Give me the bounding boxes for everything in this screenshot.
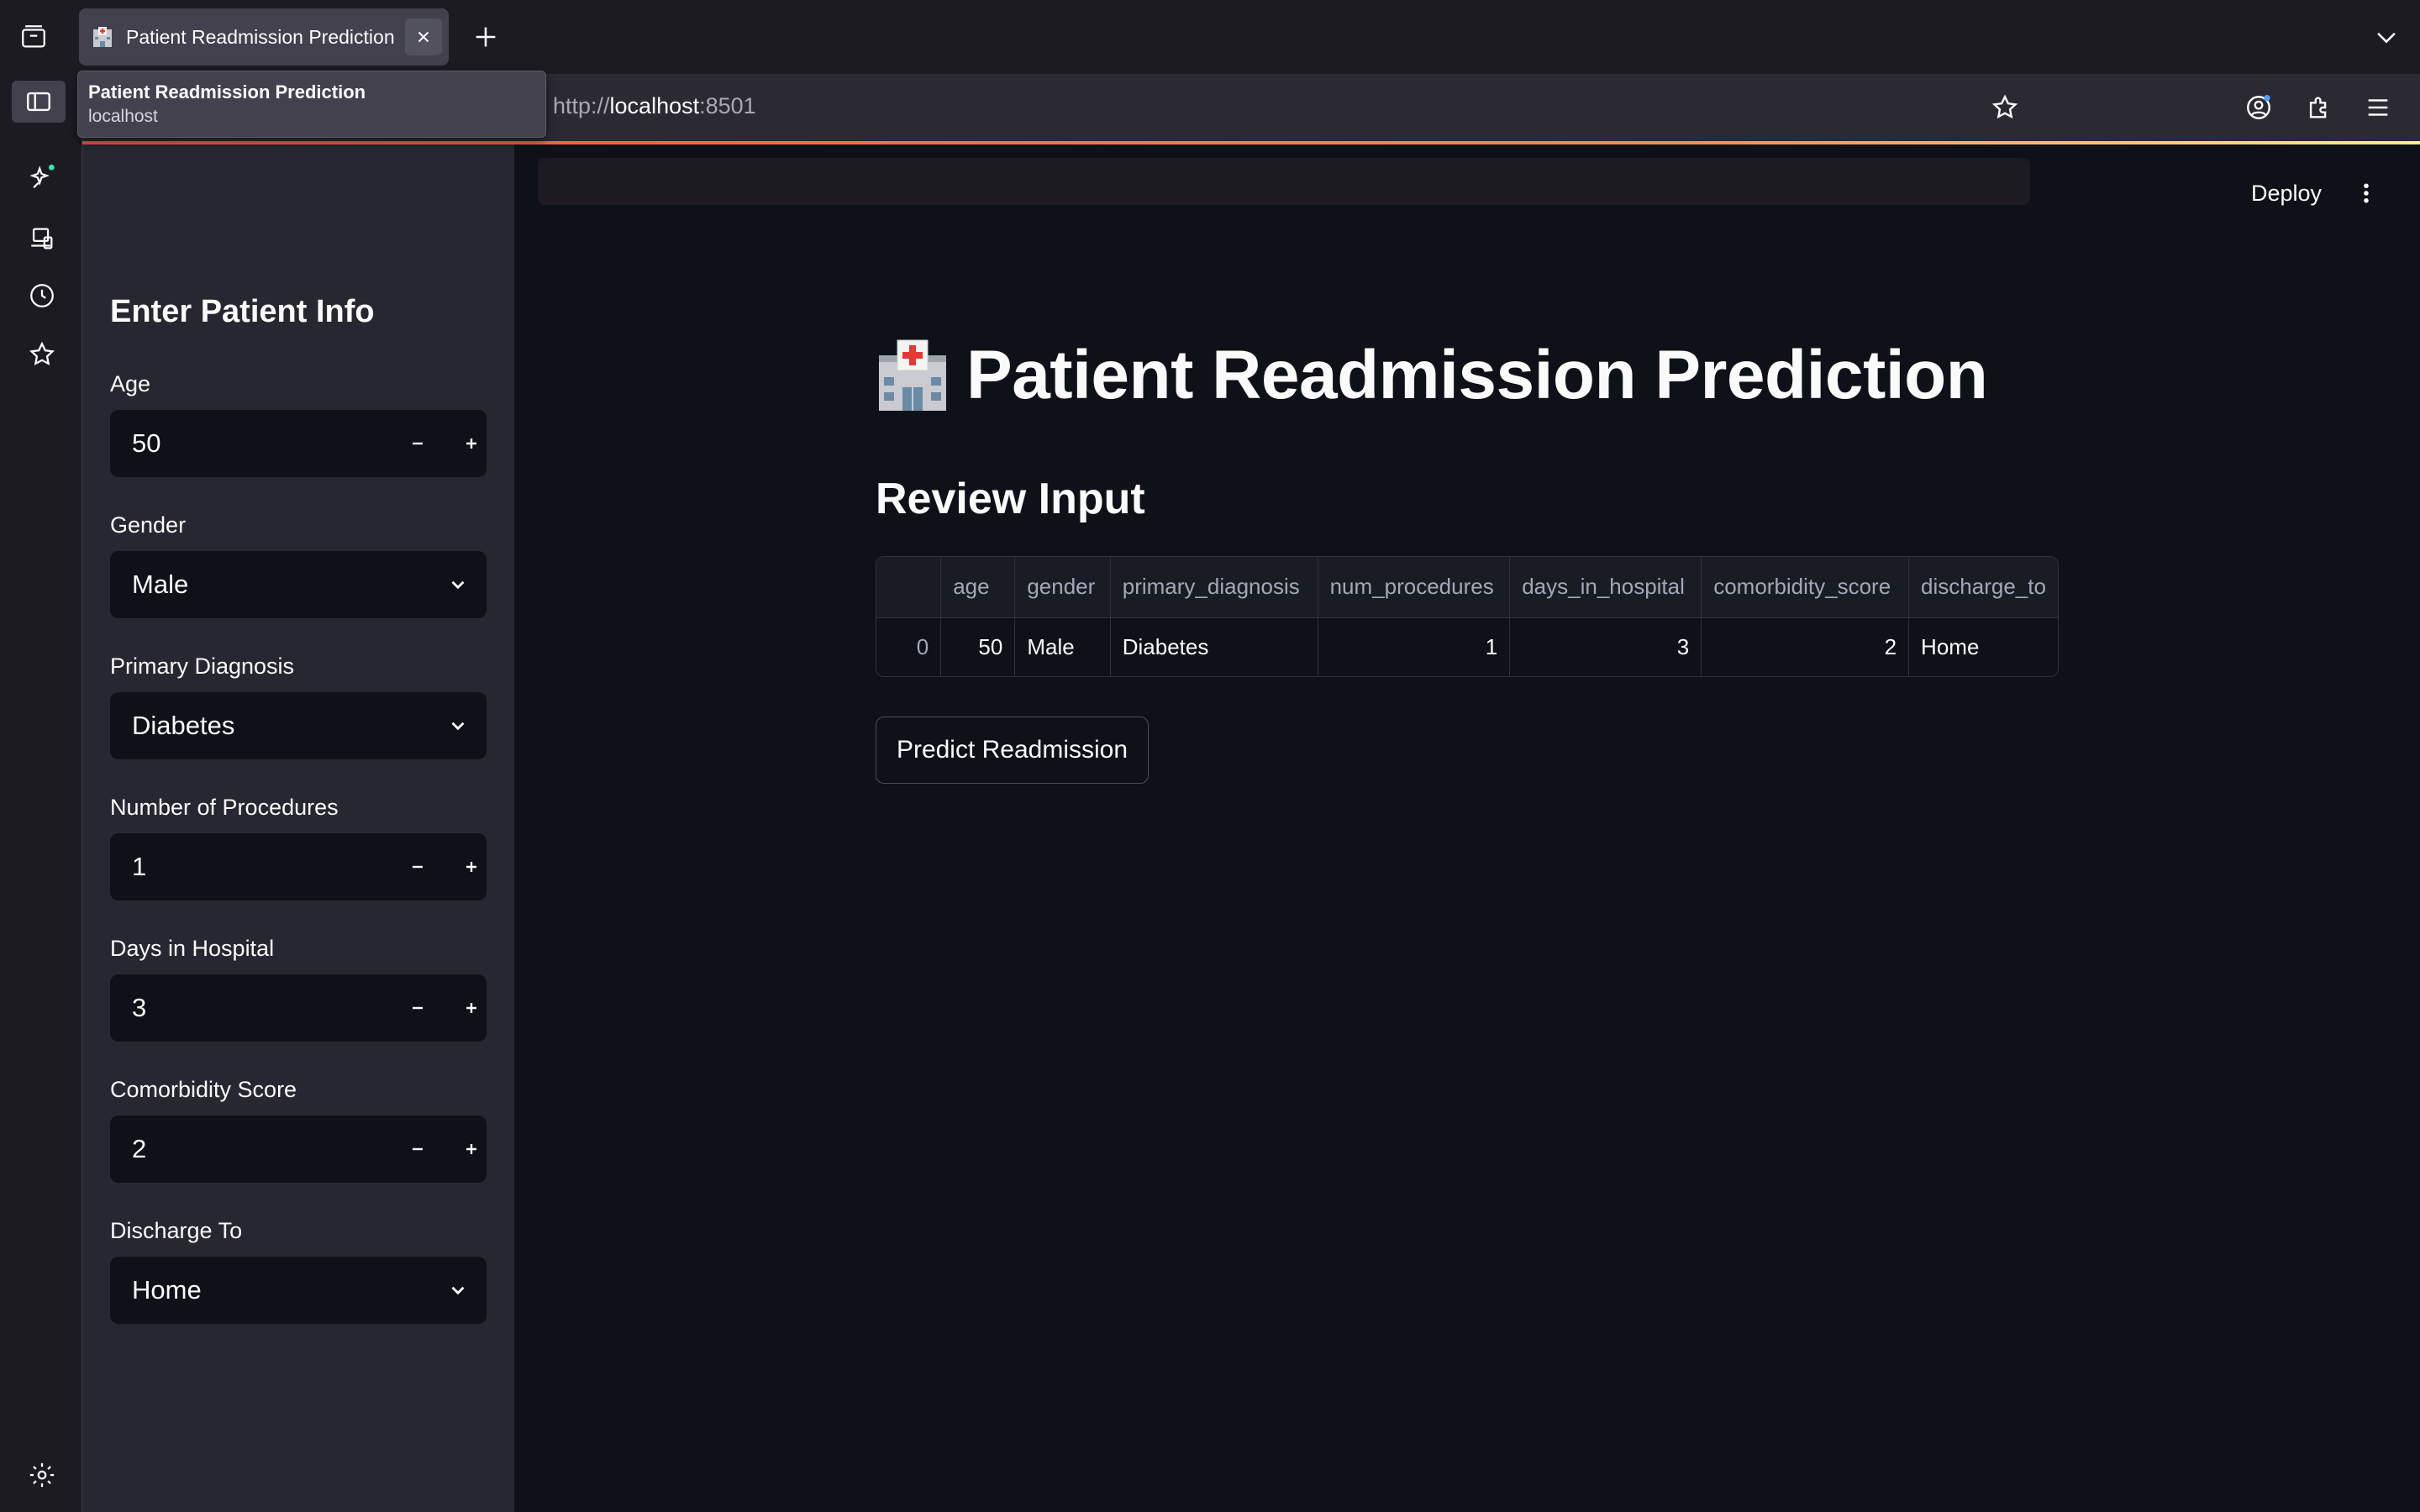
- main-menu-kebab-icon[interactable]: [2349, 175, 2383, 212]
- page-title-text: Patient Readmission Prediction: [966, 337, 1988, 413]
- age-value: 50: [132, 428, 161, 458]
- table-cell[interactable]: Diabetes: [1110, 617, 1318, 676]
- tab-hover-tooltip: Patient Readmission Prediction localhost: [77, 71, 546, 138]
- browser-tab-active[interactable]: Patient Readmission Prediction: [79, 8, 449, 66]
- gender-label: Gender: [110, 512, 187, 538]
- url-bar[interactable]: [538, 158, 2030, 205]
- tab-favicon-hospital-icon: [91, 25, 114, 49]
- close-tab-icon[interactable]: [405, 18, 442, 55]
- page-title: Patient Readmission Prediction: [874, 336, 1988, 415]
- table-cell[interactable]: 3: [1509, 617, 1702, 676]
- primary-diagnosis-select[interactable]: Diabetes: [110, 692, 487, 759]
- table-cell[interactable]: 1: [1318, 617, 1511, 676]
- comorbidity-score-label: Comorbidity Score: [110, 1077, 297, 1102]
- discharge-to-select[interactable]: Home: [110, 1257, 487, 1324]
- column-header-primary-diagnosis[interactable]: primary_diagnosis: [1110, 557, 1318, 618]
- table-cell[interactable]: Home: [1909, 617, 2058, 676]
- account-icon[interactable]: [2242, 91, 2275, 124]
- minus-icon[interactable]: [401, 850, 434, 884]
- days-in-hospital-label: Days in Hospital: [110, 936, 275, 961]
- column-header-days-in-hospital[interactable]: days_in_hospital: [1509, 557, 1702, 618]
- app-menu-icon[interactable]: [2361, 91, 2395, 124]
- chevron-down-icon: [443, 711, 473, 741]
- tab-title: Patient Readmission Prediction: [126, 25, 395, 48]
- ai-sparkle-icon[interactable]: [25, 161, 59, 195]
- gender-select[interactable]: Male: [110, 551, 487, 618]
- table-cell[interactable]: 0: [876, 617, 942, 676]
- table-cell[interactable]: 50: [940, 617, 1016, 676]
- bookmark-star-icon[interactable]: [1988, 91, 2022, 124]
- tooltip-host: localhost: [88, 107, 158, 126]
- tooltip-title: Patient Readmission Prediction: [88, 81, 366, 102]
- column-header-age[interactable]: age: [940, 557, 1016, 618]
- column-header-gender[interactable]: gender: [1014, 557, 1111, 618]
- days-in-hospital-input[interactable]: 3: [110, 974, 487, 1042]
- num-procedures-input[interactable]: 1: [110, 833, 487, 900]
- sidebar-toggle-icon[interactable]: [12, 81, 66, 123]
- num-procedures-value: 1: [132, 852, 147, 881]
- history-clock-icon[interactable]: [25, 279, 59, 312]
- comorbidity-score-input[interactable]: 2: [110, 1116, 487, 1183]
- age-label: Age: [110, 371, 151, 396]
- primary-diagnosis-label: Primary Diagnosis: [110, 654, 295, 679]
- chevron-down-icon: [443, 570, 473, 600]
- column-header-index[interactable]: [876, 557, 942, 618]
- plus-icon[interactable]: [455, 850, 488, 884]
- minus-icon[interactable]: [401, 991, 434, 1025]
- new-tab-icon[interactable]: [469, 20, 502, 54]
- column-header-discharge-to[interactable]: discharge_to: [1908, 557, 2058, 618]
- gender-value: Male: [132, 570, 189, 599]
- synced-devices-icon[interactable]: [25, 222, 59, 255]
- table-header-row: age gender primary_diagnosis num_procedu…: [876, 557, 2058, 618]
- predict-readmission-button[interactable]: Predict Readmission: [876, 717, 1149, 784]
- tab-list-chevron-icon[interactable]: [2370, 20, 2403, 54]
- comorbidity-score-value: 2: [132, 1134, 147, 1163]
- age-input[interactable]: 50: [110, 410, 487, 477]
- sidebar-header: Enter Patient Info: [110, 294, 375, 329]
- plus-icon[interactable]: [455, 991, 488, 1025]
- table-row: 0 50 Male Diabetes 1 3 2 Home: [876, 617, 2058, 676]
- days-in-hospital-value: 3: [132, 993, 147, 1022]
- discharge-to-label: Discharge To: [110, 1218, 243, 1243]
- extensions-puzzle-icon[interactable]: [2302, 91, 2336, 124]
- primary-diagnosis-value: Diabetes: [132, 711, 235, 740]
- table-cell[interactable]: Male: [1014, 617, 1111, 676]
- plus-icon[interactable]: [455, 1132, 488, 1166]
- input-dataframe[interactable]: age gender primary_diagnosis num_procedu…: [876, 556, 2059, 677]
- discharge-to-value: Home: [132, 1275, 202, 1305]
- tab-overview-icon[interactable]: [17, 20, 50, 54]
- settings-gear-icon[interactable]: [25, 1458, 59, 1492]
- minus-icon[interactable]: [401, 427, 434, 460]
- plus-icon[interactable]: [455, 427, 488, 460]
- num-procedures-label: Number of Procedures: [110, 795, 339, 820]
- minus-icon[interactable]: [401, 1132, 434, 1166]
- chevron-down-icon: [443, 1275, 473, 1305]
- column-header-comorbidity-score[interactable]: comorbidity_score: [1701, 557, 1910, 618]
- section-title: Review Input: [876, 475, 1145, 523]
- browser-vertical-sidebar: [0, 74, 82, 1512]
- browser-tab-strip: Patient Readmission Prediction: [0, 0, 2420, 74]
- bookmarks-star-icon[interactable]: [25, 338, 59, 371]
- column-header-num-procedures[interactable]: num_procedures: [1318, 557, 1511, 618]
- dataframe-table: age gender primary_diagnosis num_procedu…: [876, 557, 2058, 676]
- deploy-button[interactable]: Deploy: [2235, 175, 2338, 212]
- table-cell[interactable]: 2: [1701, 617, 1910, 676]
- url-text[interactable]: http://localhost:8501: [553, 93, 756, 119]
- hospital-icon: [874, 337, 951, 414]
